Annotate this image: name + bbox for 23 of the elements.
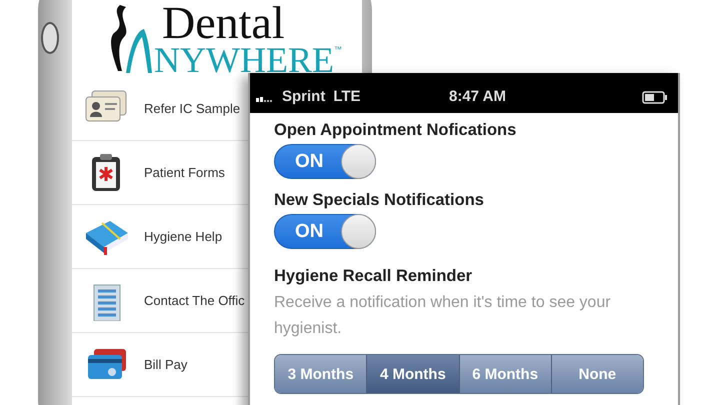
menu-item[interactable]: Contact The Offic <box>72 269 248 333</box>
trademark: ™ <box>334 45 342 54</box>
menu-item[interactable]: Bill Pay <box>72 333 248 397</box>
segment-option[interactable]: 6 Months <box>460 355 552 393</box>
setting-description: Receive a notification when it's time to see your hygienist. <box>274 293 612 339</box>
setting-title: Hygiene Recall Reminder <box>274 267 472 286</box>
battery-icon <box>642 91 668 104</box>
menu-item[interactable]: Refer IC Sample <box>72 77 248 141</box>
toggle-switch[interactable]: ON <box>274 144 376 179</box>
carrier-name: Sprint <box>282 88 326 105</box>
setting-title: Open Appointment Nofications <box>274 121 516 140</box>
logo-text: Dental <box>161 3 285 43</box>
segment-option[interactable]: 3 Months <box>275 355 368 393</box>
segment-option[interactable]: 4 Months <box>367 355 460 393</box>
setting-title: New Specials Notifications <box>274 191 484 210</box>
menu-item[interactable]: Patient Forms <box>72 141 248 205</box>
menu-item[interactable]: Hygiene Help <box>72 205 248 269</box>
network-type: LTE <box>333 88 361 105</box>
toggle-switch[interactable]: ON <box>274 214 376 249</box>
status-time: 8:47 AM <box>449 88 507 105</box>
segment-option[interactable]: None <box>552 355 643 393</box>
signal-icon <box>256 94 274 102</box>
logo-text: NYWHERE <box>154 43 334 77</box>
